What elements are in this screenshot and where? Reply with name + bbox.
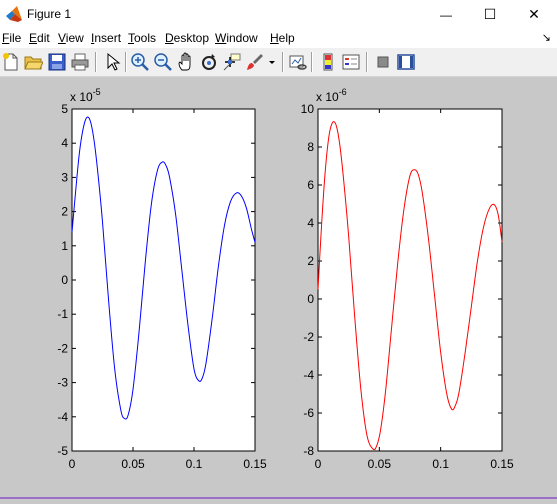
x-tick-label: 0.1	[186, 457, 203, 471]
edit-plot-icon[interactable]	[102, 52, 122, 72]
maximize-icon: ☐	[483, 6, 497, 22]
brush-icon[interactable]	[245, 52, 265, 72]
dock-figure-icon[interactable]: ↘	[542, 31, 551, 44]
data-cursor-icon[interactable]	[222, 52, 242, 72]
figure-toolbar	[0, 48, 557, 77]
y-tick-label: -4	[303, 368, 314, 382]
axes-right[interactable]: x 10-6 10 8 6 4 2 0 -2 -4 -6 -8 0 0.05 0.1 0.15	[301, 87, 514, 471]
y-tick-label: -2	[303, 330, 314, 344]
matlab-logo-icon	[6, 6, 22, 22]
axes-left[interactable]: x 10-5 5 4 3 2 1 0 -1 -2 -3 -4 -5 0 0.05 0.1 0.15	[57, 87, 267, 471]
y-tick-label: 0	[307, 292, 314, 306]
hide-plot-tools-icon[interactable]	[373, 52, 393, 72]
toolbar-separator	[311, 52, 313, 72]
y-tick-label: 6	[307, 178, 314, 192]
y-tick-label: -8	[303, 444, 314, 458]
close-button[interactable]: ✕	[512, 0, 556, 29]
y-tick-label: -2	[57, 341, 68, 355]
figure-canvas[interactable]: x 10-5 5 4 3 2 1 0 -1 -2 -3 -4 -5 0 0.05 0.1 0.15 x 1…	[0, 77, 557, 499]
y-tick-label: -1	[57, 307, 68, 321]
zoom-out-icon[interactable]	[153, 52, 173, 72]
y-tick-label: 0	[61, 273, 68, 287]
x-tick-label: 0	[69, 457, 76, 471]
y-tick-label: 8	[307, 140, 314, 154]
y-tick-label: -3	[57, 376, 68, 390]
y-tick-label: -5	[57, 444, 68, 458]
y-tick-label: 4	[61, 136, 68, 150]
open-file-icon[interactable]	[23, 52, 43, 72]
toolbar-separator	[95, 52, 97, 72]
menu-insert[interactable]: Insert	[91, 31, 121, 45]
brush-dropdown-icon[interactable]	[267, 52, 277, 72]
show-plot-tools-icon[interactable]	[396, 52, 416, 72]
toolbar-separator	[282, 52, 284, 72]
new-figure-icon[interactable]	[1, 52, 21, 72]
x-tick-label: 0.15	[243, 457, 267, 471]
link-plot-icon[interactable]	[288, 52, 308, 72]
y-tick-label: 3	[61, 170, 68, 184]
minimize-icon: —	[440, 7, 452, 22]
insert-colorbar-icon[interactable]	[318, 52, 338, 72]
x-tick-label: 0.15	[490, 457, 514, 471]
x-tick-label: 0.05	[368, 457, 392, 471]
y-tick-label: 2	[307, 254, 314, 268]
menu-edit[interactable]: Edit	[29, 31, 50, 45]
close-icon: ✕	[528, 6, 540, 22]
x-tick-label: 0.1	[432, 457, 449, 471]
y-tick-label: 10	[301, 102, 315, 116]
axes-right-exponent: x 10-6	[316, 87, 347, 104]
menu-view[interactable]: View	[58, 31, 84, 45]
menu-help[interactable]: Help	[270, 31, 295, 45]
figure-svg: x 10-5 543210-1-2-3-4-5 0 0.05 0.1 0.15 x 1…	[57, 87, 514, 471]
menu-tools[interactable]: Tools	[128, 31, 156, 45]
menu-file[interactable]: File	[2, 31, 21, 45]
toolbar-separator	[366, 52, 368, 72]
x-tick-label: 0	[315, 457, 322, 471]
save-icon[interactable]	[47, 52, 67, 72]
window-title-bar: Figure 1 — ☐ ✕	[0, 0, 557, 29]
axes-left-exponent: x 10-5	[70, 87, 101, 104]
menu-window[interactable]: Window	[215, 31, 258, 45]
rotate-3d-icon[interactable]	[199, 52, 219, 72]
y-tick-label: 1	[61, 239, 68, 253]
y-tick-label: 5	[61, 102, 68, 116]
y-tick-label: -4	[57, 410, 68, 424]
window-title: Figure 1	[27, 7, 72, 21]
x-tick-label: 0.05	[121, 457, 145, 471]
y-tick-label: -6	[303, 406, 314, 420]
zoom-in-icon[interactable]	[130, 52, 150, 72]
pan-icon[interactable]	[176, 52, 196, 72]
menu-bar: File Edit View Insert Tools Desktop Wind…	[0, 29, 557, 48]
insert-legend-icon[interactable]	[341, 52, 361, 72]
maximize-button[interactable]: ☐	[468, 0, 512, 29]
print-icon[interactable]	[70, 52, 90, 72]
menu-desktop[interactable]: Desktop	[165, 31, 209, 45]
y-tick-label: 2	[61, 205, 68, 219]
toolbar-separator	[125, 52, 127, 72]
y-tick-label: 4	[307, 216, 314, 230]
minimize-button[interactable]: —	[424, 0, 468, 29]
